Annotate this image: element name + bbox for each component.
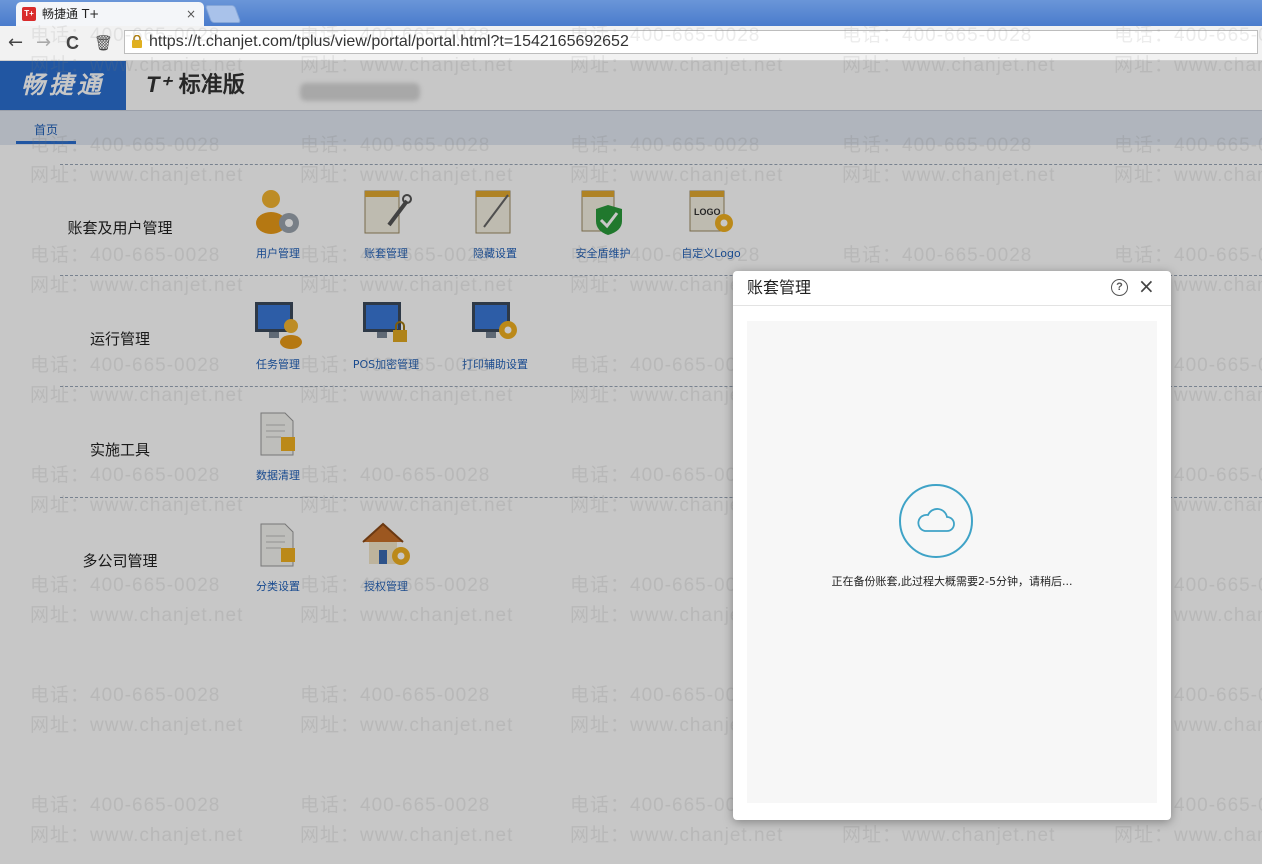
backup-status-text: 正在备份账套,此过程大概需要2-5分钟，请稍后... (831, 575, 1073, 588)
cloud-icon (917, 508, 955, 532)
dialog-body: 正在备份账套,此过程大概需要2-5分钟，请稍后... (747, 321, 1157, 803)
address-bar[interactable]: https://t.chanjet.com/tplus/view/portal/… (124, 30, 1258, 54)
tab-close-icon[interactable]: × (186, 2, 196, 26)
new-tab-button[interactable] (204, 5, 242, 23)
tab-title: 畅捷通 T+ (42, 7, 100, 21)
browser-tab[interactable]: T+ 畅捷通 T+ × (16, 2, 204, 26)
close-icon[interactable]: × (1138, 274, 1155, 298)
back-arrow-icon[interactable]: ← (8, 32, 23, 54)
browser-tabstrip: T+ 畅捷通 T+ × (0, 0, 1262, 26)
help-icon[interactable]: ? (1111, 279, 1128, 296)
tplus-favicon-icon: T+ (22, 7, 36, 21)
reload-icon[interactable]: C (66, 32, 79, 54)
dialog-title: 账套管理 (747, 278, 812, 297)
forward-arrow-icon[interactable]: → (36, 32, 51, 54)
dialog-header-divider (733, 305, 1171, 306)
trash-icon[interactable]: 🗑 (94, 32, 113, 54)
lock-icon (132, 35, 142, 48)
account-management-dialog: 账套管理 ? × 正在备份账套,此过程大概需要2-5分钟，请稍后... (733, 271, 1171, 820)
loading-spinner (899, 484, 973, 558)
address-url: https://t.chanjet.com/tplus/view/portal/… (149, 33, 629, 50)
browser-toolbar: ← → C 🗑 https://t.chanjet.com/tplus/view… (0, 26, 1262, 61)
